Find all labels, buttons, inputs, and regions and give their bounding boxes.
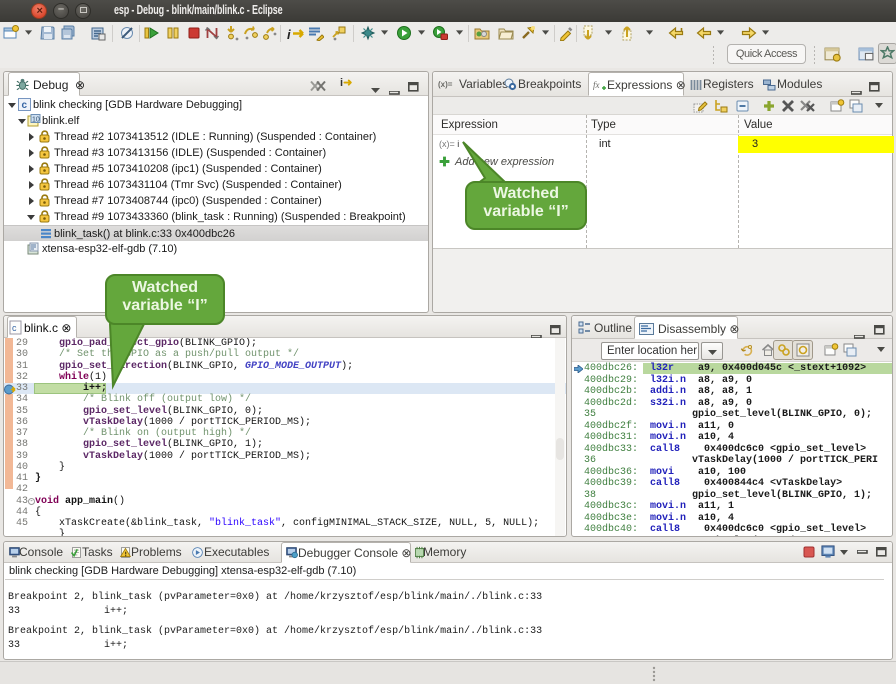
svg-text:c: c (22, 100, 28, 111)
svg-text:fx: fx (593, 80, 600, 90)
svg-text:c: c (12, 323, 17, 333)
svg-text:10: 10 (32, 117, 40, 124)
